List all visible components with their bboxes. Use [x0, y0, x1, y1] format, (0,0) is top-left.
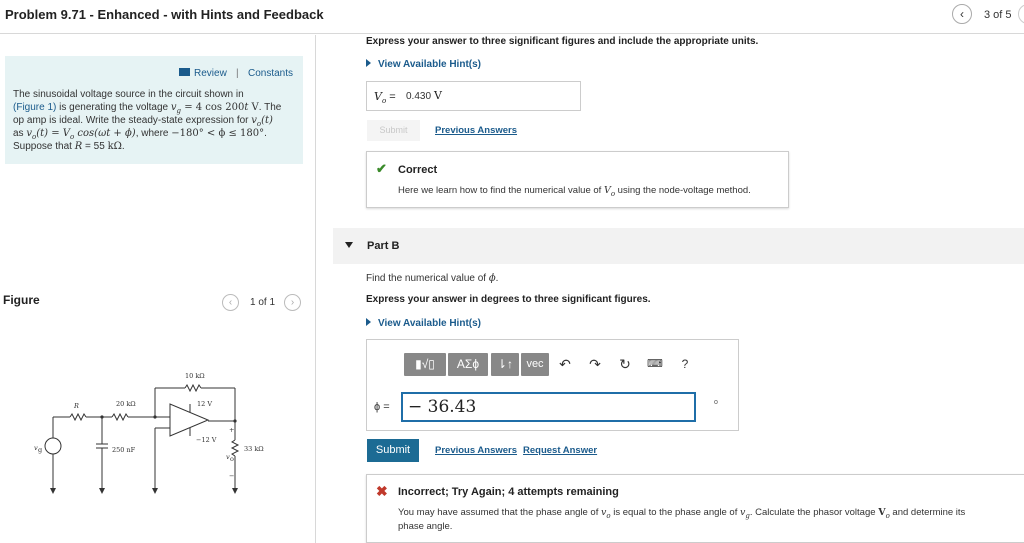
problem-line-5: Suppose that R = 55 kΩ.: [13, 141, 125, 152]
review-icon: [179, 68, 190, 76]
panel-divider: [315, 35, 316, 543]
label-r: R: [73, 402, 79, 410]
answer-a-value: 0.430: [406, 91, 432, 102]
chevron-left-icon[interactable]: ‹: [952, 4, 972, 24]
part-a-instruction: Express your answer to three significant…: [366, 36, 759, 47]
part-b-title[interactable]: Part B: [367, 240, 399, 252]
figure-link[interactable]: (Figure 1): [13, 102, 56, 113]
problem-counter: 3 of 5: [984, 9, 1012, 21]
circuit-diagram: 10 kΩ R 20 kΩ 12 V −12 V 250 nF v g v o …: [34, 372, 264, 494]
incorrect-text-line-2: phase angle.: [398, 521, 453, 532]
part-b-previous-answers-link[interactable]: Previous Answers: [435, 445, 517, 456]
figure-counter: 1 of 1: [250, 297, 276, 308]
caret-down-icon[interactable]: [345, 242, 353, 248]
part-a-previous-answers-link[interactable]: Previous Answers: [435, 125, 517, 136]
part-a-answer-field[interactable]: [366, 81, 581, 111]
phi-label: ϕ =: [374, 401, 390, 413]
correct-text: Here we learn how to find the numerical …: [398, 185, 751, 198]
answer-a-label: Vo =: [374, 90, 396, 106]
review-label: Review: [194, 68, 227, 79]
label-minus-12v: −12 V: [196, 436, 217, 444]
caret-right-icon: [366, 318, 371, 326]
label-12v: 12 V: [197, 400, 212, 408]
figure-next-icon[interactable]: ›: [284, 294, 301, 311]
label-250nf: 250 nF: [112, 446, 136, 454]
correct-title: Correct: [398, 164, 438, 176]
problem-line-1: The sinusoidal voltage source in the cir…: [13, 89, 244, 100]
separator: |: [236, 68, 239, 79]
checkmark-icon: ✔: [376, 161, 387, 176]
keyboard-icon[interactable]: ⌨: [644, 353, 666, 376]
part-b-hints-toggle[interactable]: View Available Hint(s): [366, 318, 481, 329]
review-link[interactable]: Review: [179, 68, 227, 79]
request-answer-link[interactable]: Request Answer: [523, 445, 597, 456]
label-minus: −: [229, 472, 234, 480]
part-a-submit-button: Submit: [367, 120, 420, 141]
problem-line-2: (Figure 1) is generating the voltage vg …: [13, 102, 282, 115]
part-b-submit-button[interactable]: Submit: [367, 439, 419, 462]
part-b-instruction: Express your answer in degrees to three …: [366, 294, 651, 305]
degree-unit: o: [714, 399, 718, 406]
constants-link[interactable]: Constants: [248, 68, 293, 79]
label-20k: 20 kΩ: [116, 400, 136, 408]
help-button[interactable]: ?: [674, 353, 696, 376]
label-10k: 10 kΩ: [185, 372, 205, 380]
subscript-button[interactable]: ⇂↑: [491, 353, 519, 376]
answer-a-unit: V: [434, 89, 442, 102]
reset-icon[interactable]: ↻: [614, 353, 636, 376]
caret-right-icon: [366, 59, 371, 67]
label-plus: +: [229, 426, 234, 434]
label-33k: 33 kΩ: [244, 445, 264, 453]
templates-button[interactable]: ▮√▯: [404, 353, 446, 376]
undo-icon[interactable]: ↶: [554, 353, 576, 376]
part-b-question: Find the numerical value of ϕ.: [366, 273, 499, 284]
problem-line-4: as vo(t) = Vo cos(ωt + ϕ), where −180° <…: [13, 128, 267, 141]
greek-button[interactable]: ΑΣϕ: [448, 353, 488, 376]
incorrect-title: Incorrect; Try Again; 4 attempts remaini…: [398, 486, 619, 498]
problem-line-3: op amp is ideal. Write the steady-state …: [13, 115, 273, 128]
cross-icon: ✖: [376, 483, 388, 499]
math-toolbar: ▮√▯ ΑΣϕ ⇂↑ vec ↶ ↷ ↻ ⌨ ?: [404, 350, 709, 380]
part-b-header[interactable]: [333, 228, 1024, 264]
label-vo-sub: o: [230, 455, 234, 463]
phi-value: − 36.43: [408, 397, 477, 417]
correct-feedback-box: [366, 151, 789, 208]
redo-icon[interactable]: ↷: [584, 353, 606, 376]
part-a-hints-toggle[interactable]: View Available Hint(s): [366, 59, 481, 70]
problem-title: Problem 9.71 - Enhanced - with Hints and…: [5, 7, 324, 22]
label-vg-sub: g: [38, 446, 42, 454]
figure-prev-icon[interactable]: ‹: [222, 294, 239, 311]
vec-button[interactable]: vec: [521, 353, 549, 376]
incorrect-text-line-1: You may have assumed that the phase angl…: [398, 507, 966, 520]
figure-label: Figure: [3, 293, 40, 307]
